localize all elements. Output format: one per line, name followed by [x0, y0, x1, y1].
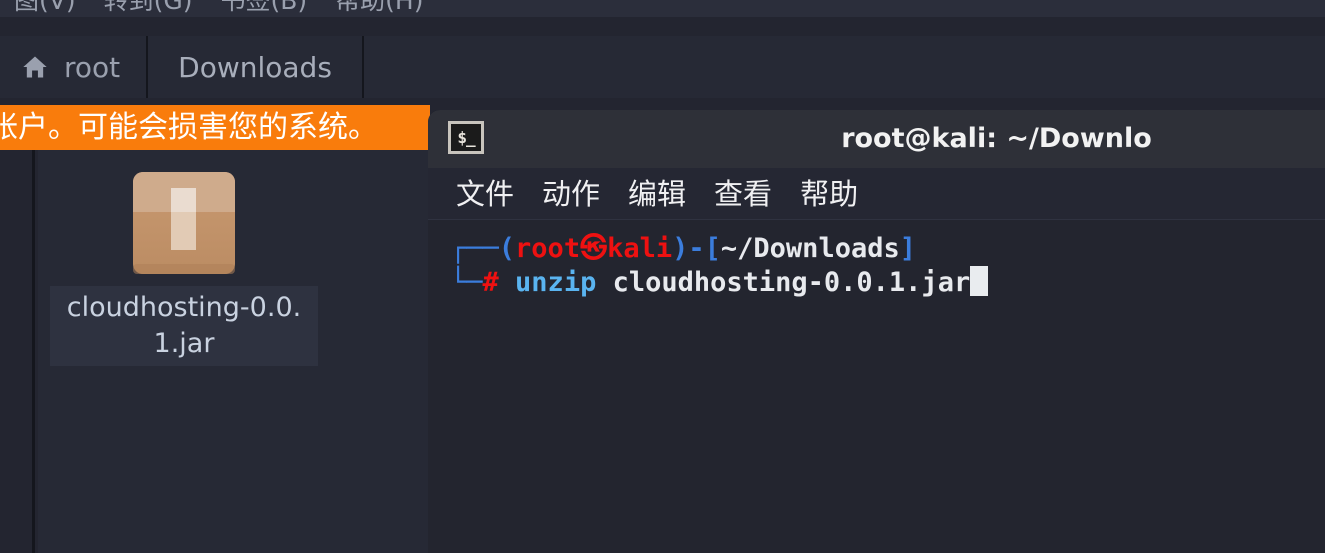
prompt-separator-icon: ㉿	[580, 233, 608, 264]
menu-help[interactable]: 帮助(H)	[321, 0, 437, 17]
file-manager-menubar: 图(V) 转到(G) 书签(B) 帮助(H)	[0, 0, 1325, 17]
package-archive-icon	[131, 170, 237, 276]
prompt-path: ~/Downloads	[720, 233, 900, 264]
menubar-spacer	[0, 17, 1325, 33]
prompt-corner-bottom: └─	[450, 267, 483, 298]
breadcrumb-item-downloads[interactable]: Downloads	[148, 36, 364, 98]
terminal-window[interactable]: $_ root@kali: ~/Downlo 文件 动作 编辑 查看 帮助 ┌─…	[428, 110, 1325, 553]
terminal-cursor	[970, 266, 989, 296]
terminal-menubar: 文件 动作 编辑 查看 帮助	[428, 168, 1325, 220]
prompt-corner-top: ┌──	[450, 233, 499, 264]
screen: 图(V) 转到(G) 书签(B) 帮助(H) root Downloads 帐户…	[0, 0, 1325, 553]
breadcrumb-item-downloads-label: Downloads	[178, 50, 332, 84]
breadcrumb-empty-area	[363, 36, 1325, 98]
breadcrumb: root Downloads	[0, 36, 1325, 98]
menu-bookmarks[interactable]: 书签(B)	[207, 0, 322, 17]
prompt-open-bracket: [	[704, 233, 721, 264]
menu-view[interactable]: 图(V)	[0, 0, 90, 17]
sidebar[interactable]	[0, 150, 35, 553]
term-menu-view[interactable]: 查看	[714, 168, 772, 220]
breadcrumb-item-root-label: root	[64, 50, 121, 84]
prompt-close-bracket: ]	[899, 233, 916, 264]
prompt-user: root	[515, 233, 581, 264]
term-menu-actions[interactable]: 动作	[542, 168, 600, 220]
terminal-command-input[interactable]: unzip cloudhosting-0.0.1.jar	[515, 267, 970, 298]
prompt-hash: #	[482, 267, 499, 298]
prompt-dash: -	[688, 233, 705, 264]
list-item[interactable]: cloudhosting-0.0.1.jar	[50, 170, 318, 366]
root-warning-banner-text: 帐户。可能会损害您的系统。	[0, 110, 378, 145]
breadcrumb-item-root[interactable]: root	[0, 36, 149, 98]
term-menu-file[interactable]: 文件	[456, 168, 514, 220]
terminal-titlebar[interactable]: $_ root@kali: ~/Downlo	[428, 110, 1325, 168]
menu-go[interactable]: 转到(G)	[90, 0, 207, 17]
prompt-open-paren: (	[498, 233, 516, 264]
terminal-prompt-line-1: ┌──(root㉿kali)-[~/Downloads]	[450, 232, 1325, 266]
term-menu-help[interactable]: 帮助	[800, 168, 858, 220]
prompt-close-paren: )	[672, 233, 689, 264]
terminal-title: root@kali: ~/Downlo	[841, 123, 1152, 154]
home-icon	[20, 53, 50, 81]
list-item-label: cloudhosting-0.0.1.jar	[50, 286, 318, 366]
term-menu-edit[interactable]: 编辑	[628, 168, 686, 220]
root-warning-banner: 帐户。可能会损害您的系统。	[0, 105, 430, 150]
terminal-body[interactable]: ┌──(root㉿kali)-[~/Downloads] └─# unzip c…	[428, 220, 1325, 553]
prompt-host: kali	[607, 233, 673, 264]
terminal-prompt-line-2: └─# unzip cloudhosting-0.0.1.jar	[450, 266, 1325, 300]
